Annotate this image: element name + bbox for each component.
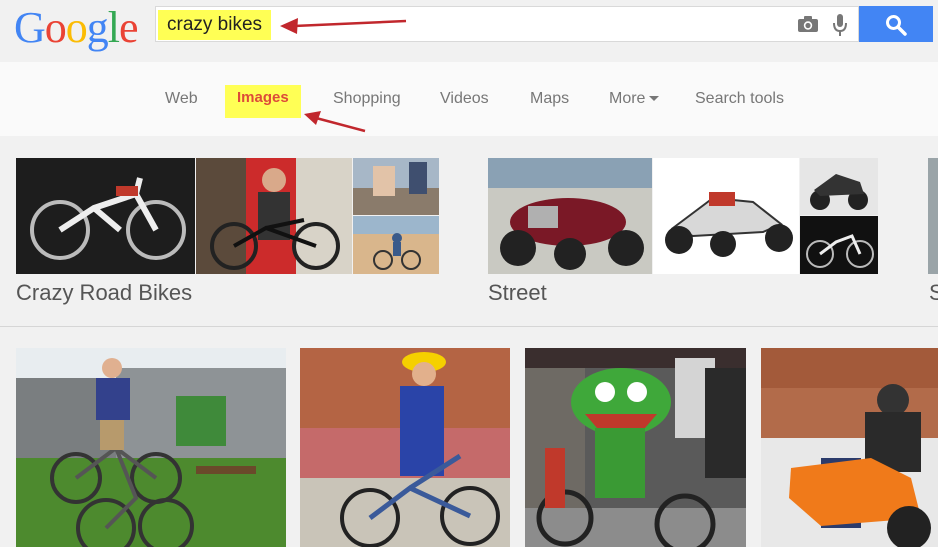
result-image-hardhat-rider[interactable] [300,348,510,547]
annotation-arrow-images [304,111,366,133]
search-box[interactable]: crazy bikes [155,6,859,42]
search-icon [886,15,907,36]
cluster-image-futuristic-bike[interactable] [16,158,195,274]
tab-shopping[interactable]: Shopping [333,89,401,109]
camera-icon[interactable] [797,15,819,33]
cluster-image-sport-motorbike[interactable] [800,158,878,215]
tab-search-tools[interactable]: Search tools [695,89,784,109]
cluster-image-man-with-road-bike[interactable] [196,158,352,274]
result-image-monster-chopper[interactable] [525,348,746,547]
cluster-image-cyclists[interactable] [353,158,439,215]
result-image-orange-superbike[interactable] [761,348,938,547]
cluster-image-futuristic-bike-small[interactable] [800,216,878,274]
section-divider [0,326,938,327]
tab-more-label: More [609,90,646,107]
annotation-arrow-query [280,18,407,34]
cluster-title-crazy-road-bikes[interactable]: Crazy Road Bikes [16,279,192,307]
tab-web[interactable]: Web [165,89,198,109]
cluster-title-partial[interactable]: S [929,279,938,307]
cluster-image-partial[interactable] [928,158,938,274]
cluster-image-custom-trike[interactable] [488,158,652,274]
search-tabs: Web Images Shopping Videos Maps More Sea… [0,62,938,136]
header: Google crazy bikes [0,0,938,62]
tab-maps[interactable]: Maps [530,89,569,109]
chevron-down-icon [649,96,660,102]
microphone-icon[interactable] [832,13,848,37]
cluster-image-concept-trike[interactable] [653,158,799,274]
tab-images[interactable]: Images [225,85,301,118]
cluster-image-dirt-road-rider[interactable] [353,216,439,274]
search-input[interactable]: crazy bikes [158,10,272,40]
search-button[interactable] [859,6,933,42]
tab-more[interactable]: More [609,89,660,109]
google-logo[interactable]: Google [14,2,139,54]
tab-videos[interactable]: Videos [440,89,489,109]
cluster-title-street[interactable]: Street [488,279,547,307]
result-image-tall-bike[interactable] [16,348,286,547]
